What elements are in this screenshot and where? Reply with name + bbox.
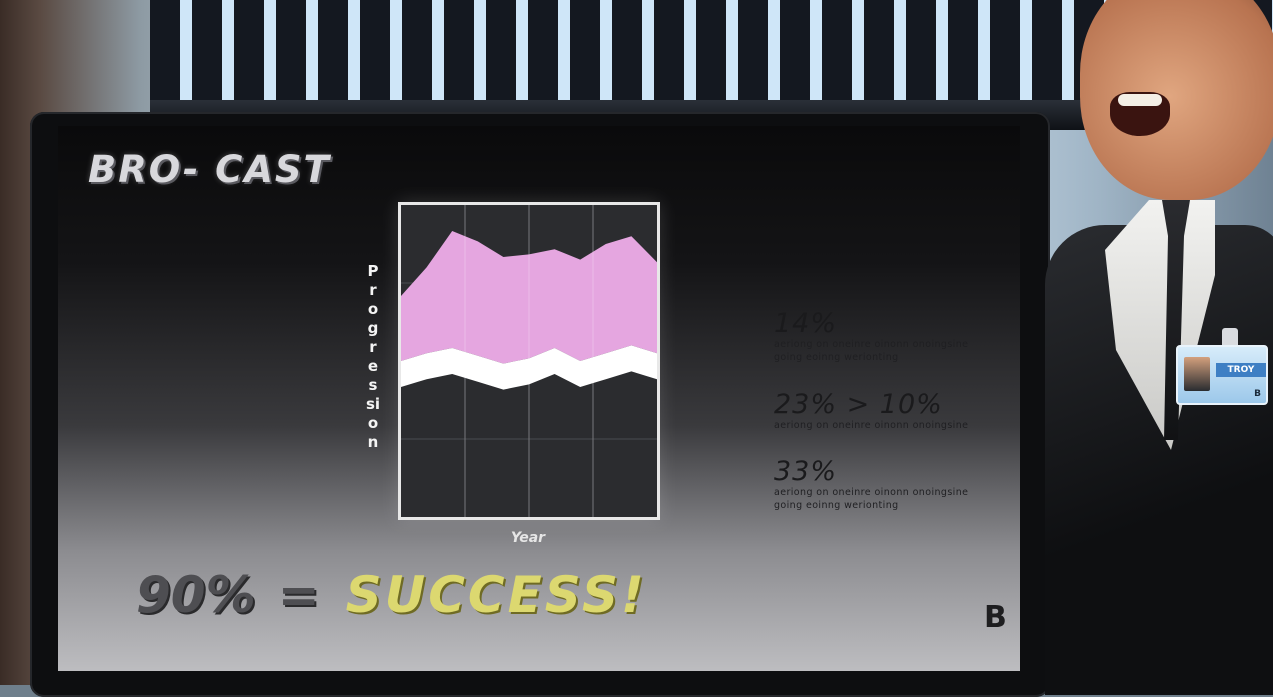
- headline-percent: 90%: [136, 566, 256, 624]
- stat-text: aeriong on oneinre oinonn onoingsine goi…: [774, 487, 969, 511]
- headline-equals: =: [277, 566, 320, 624]
- presenter-teeth: [1118, 94, 1162, 106]
- x-axis-label: Year: [510, 530, 546, 546]
- headline-equation: 90% = SUCCESS!: [136, 566, 647, 624]
- id-badge: TROY B: [1176, 345, 1268, 405]
- badge-name: TROY: [1216, 363, 1266, 377]
- stat-value: 33%: [774, 456, 838, 487]
- stat-text: aeriong on oneinre oinonn onoingsine goi…: [774, 339, 969, 363]
- stat-block-1: 14% aeriong on oneinre oinonn onoingsine…: [774, 310, 994, 364]
- stat-block-3: 33% aeriong on oneinre oinonn onoingsine…: [774, 458, 994, 512]
- badge-logo: B: [1254, 389, 1261, 399]
- bro-cast-logo: BRO- CAST: [88, 148, 331, 191]
- area-chart: [401, 205, 657, 517]
- stat-text: aeriong on oneinre oinonn onoingsine: [774, 420, 969, 431]
- corner-logo: B: [984, 600, 1007, 635]
- stat-value: 14%: [774, 308, 838, 339]
- y-axis-label: Progression: [365, 262, 381, 451]
- stat-block-2: 23% > 10% aeriong on oneinre oinonn onoi…: [774, 391, 994, 432]
- badge-photo: [1184, 357, 1210, 391]
- presentation-screen: BRO- CAST Progression Year 14% aeriong o…: [58, 126, 1020, 671]
- headline-success: SUCCESS!: [345, 566, 647, 624]
- chart-frame: [398, 202, 660, 520]
- presenter-head: [1080, 0, 1273, 200]
- stat-value: 23% > 10%: [774, 389, 943, 420]
